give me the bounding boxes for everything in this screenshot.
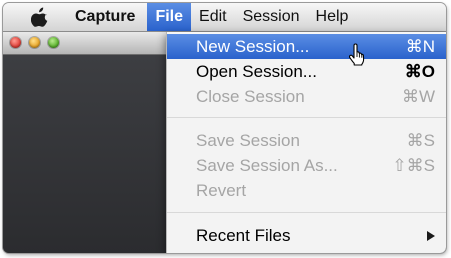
menu-item-shortcut: ⌘N — [405, 37, 435, 56]
menu-item-revert: Revert — [167, 178, 446, 203]
menu-item-label: Open Session... — [196, 62, 317, 81]
menu-bar: Capture File Edit Session Help — [3, 3, 446, 32]
menu-item-new-session[interactable]: New Session... ⌘N — [167, 34, 446, 66]
menu-item-shortcut: ⌘O — [404, 62, 435, 81]
menu-item-shortcut: ⌘S — [406, 131, 435, 150]
menu-item-label: New Session... — [196, 37, 310, 56]
screenshot-frame: Capture File Edit Session Help New Sessi… — [3, 3, 446, 253]
menu-item-save-session: Save Session ⌘S — [167, 128, 446, 153]
menu-item-label: Save Session As... — [196, 156, 338, 175]
zoom-window-button[interactable] — [48, 37, 59, 48]
menu-item-save-session-as: Save Session As... ⇧⌘S — [167, 153, 446, 178]
menu-file[interactable]: File — [147, 3, 192, 31]
menu-separator — [167, 117, 446, 118]
menu-separator — [167, 212, 446, 213]
apple-menu-icon[interactable] — [29, 4, 51, 30]
menu-session[interactable]: Session — [235, 3, 308, 31]
menu-edit[interactable]: Edit — [191, 3, 235, 31]
menu-item-close-session: Close Session ⌘W — [167, 84, 446, 109]
submenu-arrow-icon — [427, 231, 435, 241]
menu-help[interactable]: Help — [308, 3, 357, 31]
file-menu-dropdown: New Session... ⌘N Open Session... ⌘O Clo… — [166, 32, 446, 253]
menu-item-label: Recent Files — [196, 226, 291, 245]
menu-item-recent-files[interactable]: Recent Files — [167, 223, 446, 248]
menu-item-label: Close Session — [196, 87, 305, 106]
menu-item-shortcut: ⇧⌘S — [392, 156, 435, 175]
menu-item-label: Revert — [196, 181, 247, 200]
menu-item-label: Save Session — [196, 131, 300, 150]
menu-item-open-session[interactable]: Open Session... ⌘O — [167, 59, 446, 84]
menu-app-name[interactable]: Capture — [67, 3, 143, 31]
minimize-window-button[interactable] — [29, 37, 40, 48]
close-window-button[interactable] — [10, 37, 21, 48]
menu-item-shortcut: ⌘W — [401, 87, 435, 106]
